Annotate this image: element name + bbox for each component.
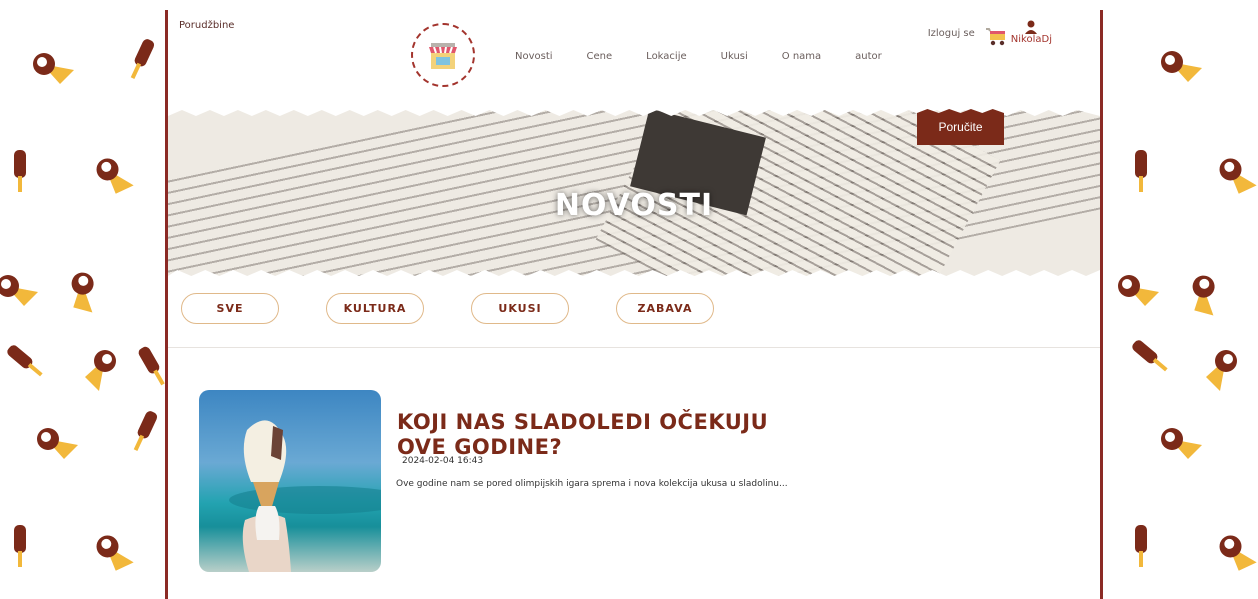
filter-kultura[interactable]: KULTURA	[326, 293, 424, 324]
filter-zabava[interactable]: ZABAVA	[616, 293, 714, 324]
ice-cream-bar-icon	[1132, 340, 1168, 372]
store-logo[interactable]	[411, 23, 475, 87]
ice-cream-cone-icon	[1192, 275, 1215, 316]
ice-cream-bar-icon	[133, 411, 158, 451]
user-profile[interactable]: NikolaDj	[1011, 20, 1052, 45]
article-title[interactable]: KOJI NAS SLADOLEDI OČEKUJU OVE GODINE?	[397, 410, 807, 460]
ice-cream-cone-icon	[1118, 275, 1159, 306]
user-icon	[1025, 20, 1038, 34]
cart-icon[interactable]	[985, 25, 1007, 47]
ice-cream-cone-icon	[1219, 535, 1257, 571]
ice-cream-bar-icon	[7, 345, 43, 377]
ice-cream-cone-icon	[1161, 428, 1202, 459]
username: NikolaDj	[1010, 34, 1052, 45]
ice-cream-bar-icon	[14, 525, 26, 567]
ice-cream-cone-icon	[96, 535, 134, 571]
ice-cream-cone-icon	[71, 272, 94, 313]
ice-cream-cone-icon	[1219, 158, 1257, 194]
category-filters: SVE KULTURA UKUSI ZABAVA	[181, 293, 761, 324]
ice-cream-photo	[229, 420, 381, 572]
right-decor-pattern	[1103, 0, 1258, 599]
order-button[interactable]: Poručite	[917, 109, 1004, 145]
ice-cream-cone-icon	[0, 275, 38, 306]
ice-cream-cone-icon	[37, 428, 78, 459]
ice-cream-cone-icon	[85, 350, 116, 391]
store-logo-icon	[429, 43, 457, 69]
nav-novosti[interactable]: Novosti	[515, 51, 553, 62]
hero-title: NOVOSTI	[554, 188, 714, 224]
article-date: 2024-02-04 16:43	[402, 456, 484, 466]
user-area: Izloguj se NikolaDj	[928, 20, 1052, 47]
filter-sve[interactable]: SVE	[181, 293, 279, 324]
ice-cream-bar-icon	[14, 150, 26, 192]
article-excerpt: Ove godine nam se pored olimpijskih igar…	[396, 479, 788, 489]
nav-autor[interactable]: autor	[855, 51, 882, 62]
ice-cream-bar-icon	[130, 39, 155, 79]
main-nav: Novosti Cene Lokacije Ukusi O nama autor	[515, 51, 916, 62]
nav-cene[interactable]: Cene	[587, 51, 613, 62]
nav-ukusi[interactable]: Ukusi	[721, 51, 748, 62]
ice-cream-bar-icon	[138, 346, 165, 386]
left-decor-pattern	[0, 0, 165, 599]
divider	[168, 347, 1100, 348]
main-content: Porudžbine Novosti Cene Lokacije Ukusi O…	[165, 10, 1103, 599]
article-image[interactable]	[199, 390, 381, 572]
ice-cream-bar-icon	[1135, 525, 1147, 567]
nav-lokacije[interactable]: Lokacije	[646, 51, 686, 62]
ice-cream-cone-icon	[96, 158, 134, 194]
logout-link[interactable]: Izloguj se	[928, 28, 975, 39]
ice-cream-cone-icon	[33, 53, 74, 84]
ice-cream-bar-icon	[1135, 150, 1147, 192]
nav-o-nama[interactable]: O nama	[782, 51, 821, 62]
ice-cream-cone-icon	[1206, 350, 1237, 391]
filter-ukusi[interactable]: UKUSI	[471, 293, 569, 324]
ice-cream-cone-icon	[1161, 51, 1202, 82]
orders-link[interactable]: Porudžbine	[179, 20, 234, 31]
